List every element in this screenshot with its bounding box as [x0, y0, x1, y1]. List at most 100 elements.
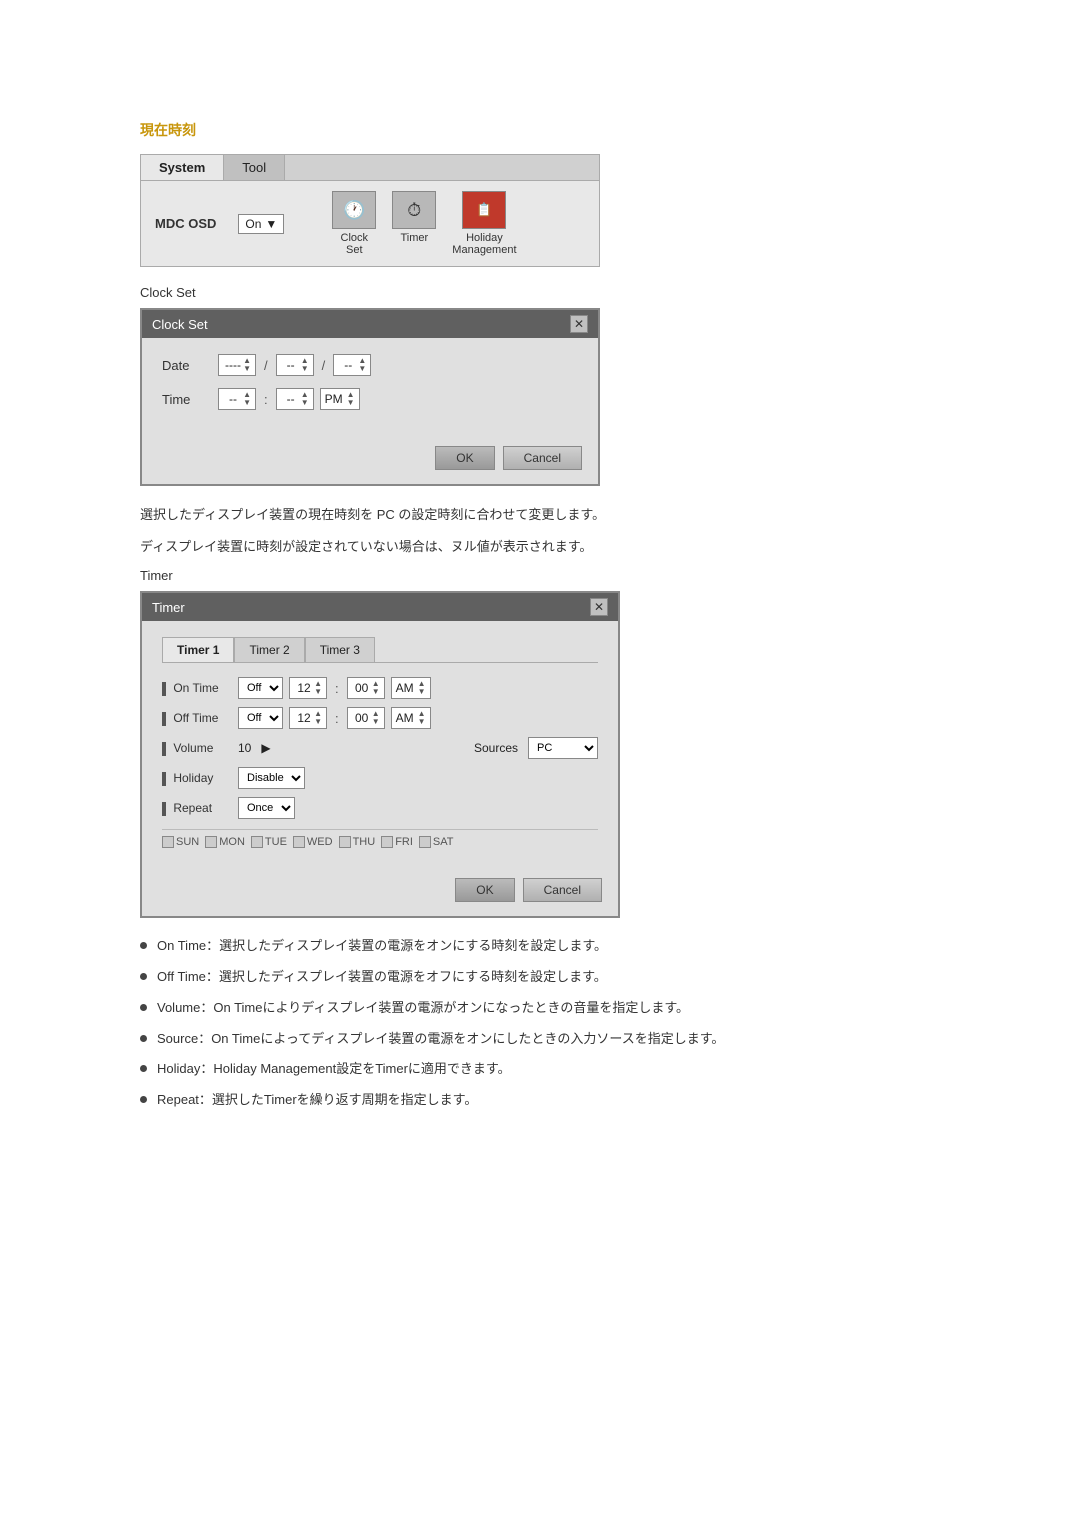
timer-tab-1[interactable]: Timer 1 [162, 637, 234, 662]
tab-tool[interactable]: Tool [224, 155, 285, 180]
timer-dialog: Timer ✕ Timer 1 Timer 2 Timer 3 On Time … [140, 591, 620, 918]
off-time-bar [162, 712, 166, 726]
date-label: Date [162, 358, 212, 373]
date-spinbox-2[interactable]: -- ▲▼ [276, 354, 314, 376]
clock-set-close-button[interactable]: ✕ [570, 315, 588, 333]
list-item: Volume：On Timeによりディスプレイ装置の電源がオンになったときの音量… [140, 998, 940, 1019]
day-sun: SUN [162, 836, 199, 848]
timer-icon-item[interactable]: ⏱ Timer [392, 191, 436, 256]
clock-set-ok-button[interactable]: OK [435, 446, 494, 470]
clock-set-icon-item[interactable]: 🕐 ClockSet [332, 191, 376, 256]
clock-set-dialog-wrapper: Clock Set ✕ Date ---- ▲▼ / -- ▲▼ / -- ▲▼ [140, 308, 940, 486]
holiday-icon-item[interactable]: 📋 HolidayManagement [452, 191, 516, 256]
volume-label: Volume [162, 741, 232, 756]
list-item: Source：On Timeによってディスプレイ装置の電源をオンにしたときの入力… [140, 1029, 940, 1050]
list-item: Holiday：Holiday Management設定をTimerに適用できま… [140, 1059, 940, 1080]
day-mon-checkbox[interactable] [205, 836, 217, 848]
clock-set-dialog: Clock Set ✕ Date ---- ▲▼ / -- ▲▼ / -- ▲▼ [140, 308, 600, 486]
time-ampm-box[interactable]: PM ▲▼ [320, 388, 360, 410]
date-sep2: / [322, 358, 326, 373]
bullet-dot-4 [140, 1035, 147, 1042]
bullet-text-6: Repeat：選択したTimerを繰り返す周期を指定します。 [157, 1090, 477, 1111]
bullet-text-2: Off Time：選択したディスプレイ装置の電源をオフにする時刻を設定します。 [157, 967, 607, 988]
bullet-text-5: Holiday：Holiday Management設定をTimerに適用できま… [157, 1059, 511, 1080]
on-time-status-select[interactable]: Off [238, 677, 283, 699]
holiday-icon: 📋 [462, 191, 506, 229]
day-fri-label: FRI [395, 836, 413, 848]
day-thu-checkbox[interactable] [339, 836, 351, 848]
timer-title-bar: Timer ✕ [142, 593, 618, 621]
timer-cancel-button[interactable]: Cancel [523, 878, 602, 902]
day-sat-checkbox[interactable] [419, 836, 431, 848]
date-val3: -- [338, 358, 358, 372]
day-sat-label: SAT [433, 836, 454, 848]
date-val2: -- [281, 358, 301, 372]
date-arrows3[interactable]: ▲▼ [358, 357, 366, 373]
timer-dialog-wrapper: Timer ✕ Timer 1 Timer 2 Timer 3 On Time … [140, 591, 940, 918]
day-tue-checkbox[interactable] [251, 836, 263, 848]
time-val2: -- [281, 392, 301, 406]
clock-set-cancel-button[interactable]: Cancel [503, 446, 582, 470]
timer-tab-3[interactable]: Timer 3 [305, 637, 375, 662]
day-fri-checkbox[interactable] [381, 836, 393, 848]
mdc-tabs: System Tool [141, 155, 599, 181]
on-time-colon: : [335, 681, 339, 696]
time-label: Time [162, 392, 212, 407]
timer-close-button[interactable]: ✕ [590, 598, 608, 616]
mdc-osd-select[interactable]: On ▼ [238, 214, 284, 234]
day-mon: MON [205, 836, 245, 848]
repeat-select[interactable]: Once [238, 797, 295, 819]
date-val1: ---- [223, 358, 243, 372]
day-fri: FRI [381, 836, 413, 848]
on-ampm-box[interactable]: AM ▲▼ [391, 677, 431, 699]
date-arrows2[interactable]: ▲▼ [301, 357, 309, 373]
holiday-select[interactable]: Disable [238, 767, 305, 789]
time-arrows1[interactable]: ▲▼ [243, 391, 251, 407]
on-hour-spinbox[interactable]: 12 ▲▼ [289, 677, 327, 699]
timer-dialog-body: Timer 1 Timer 2 Timer 3 On Time Off 12 ▲… [142, 621, 618, 870]
date-row: Date ---- ▲▼ / -- ▲▼ / -- ▲▼ [162, 354, 578, 376]
timer-ok-button[interactable]: OK [455, 878, 514, 902]
off-time-status-select[interactable]: Off [238, 707, 283, 729]
day-sun-label: SUN [176, 836, 199, 848]
date-spinbox-3[interactable]: -- ▲▼ [333, 354, 371, 376]
time-spinbox-1[interactable]: -- ▲▼ [218, 388, 256, 410]
holiday-icon-label: HolidayManagement [452, 232, 516, 256]
time-arrows2[interactable]: ▲▼ [301, 391, 309, 407]
on-time-bar [162, 682, 166, 696]
sources-select[interactable]: PC [528, 737, 598, 759]
clock-set-label: Clock Set [140, 285, 940, 300]
off-time-label: Off Time [162, 711, 232, 726]
off-min-spinbox[interactable]: 00 ▲▼ [347, 707, 385, 729]
day-sun-checkbox[interactable] [162, 836, 174, 848]
on-min-spinbox[interactable]: 00 ▲▼ [347, 677, 385, 699]
timer-tabs: Timer 1 Timer 2 Timer 3 [162, 637, 598, 663]
bullet-dot-1 [140, 942, 147, 949]
time-row: Time -- ▲▼ : -- ▲▼ PM ▲▼ [162, 388, 578, 410]
date-spinbox-1[interactable]: ---- ▲▼ [218, 354, 256, 376]
sources-label: Sources [474, 741, 518, 755]
volume-play-icon[interactable]: ▶ [261, 741, 270, 755]
bullet-text-1: On Time：選択したディスプレイ装置の電源をオンにする時刻を設定します。 [157, 936, 607, 957]
mdc-icon-group: 🕐 ClockSet ⏱ Timer 📋 HolidayManagement [332, 191, 516, 256]
off-hour-val: 12 [294, 711, 314, 725]
holiday-row: Holiday Disable [162, 767, 598, 789]
off-ampm-box[interactable]: AM ▲▼ [391, 707, 431, 729]
off-hour-spinbox[interactable]: 12 ▲▼ [289, 707, 327, 729]
bullet-list: On Time：選択したディスプレイ装置の電源をオンにする時刻を設定します。 O… [140, 936, 940, 1111]
on-time-row: On Time Off 12 ▲▼ : 00 ▲▼ AM ▲▼ [162, 677, 598, 699]
day-thu: THU [339, 836, 376, 848]
time-spinbox-2[interactable]: -- ▲▼ [276, 388, 314, 410]
time-sep: : [264, 392, 268, 407]
bullet-text-4: Source：On Timeによってディスプレイ装置の電源をオンにしたときの入力… [157, 1029, 724, 1050]
time-val1: -- [223, 392, 243, 406]
mdc-osd-value: On [245, 217, 261, 231]
day-wed-checkbox[interactable] [293, 836, 305, 848]
timer-tab-2[interactable]: Timer 2 [234, 637, 304, 662]
timer-footer: OK Cancel [142, 870, 618, 916]
time-ampm-arrows[interactable]: ▲▼ [347, 391, 355, 407]
tab-system[interactable]: System [141, 155, 224, 180]
date-arrows1[interactable]: ▲▼ [243, 357, 251, 373]
date-sep1: / [264, 358, 268, 373]
desc-text-2: ディスプレイ装置に時刻が設定されていない場合は、ヌル値が表示されます。 [140, 536, 940, 558]
